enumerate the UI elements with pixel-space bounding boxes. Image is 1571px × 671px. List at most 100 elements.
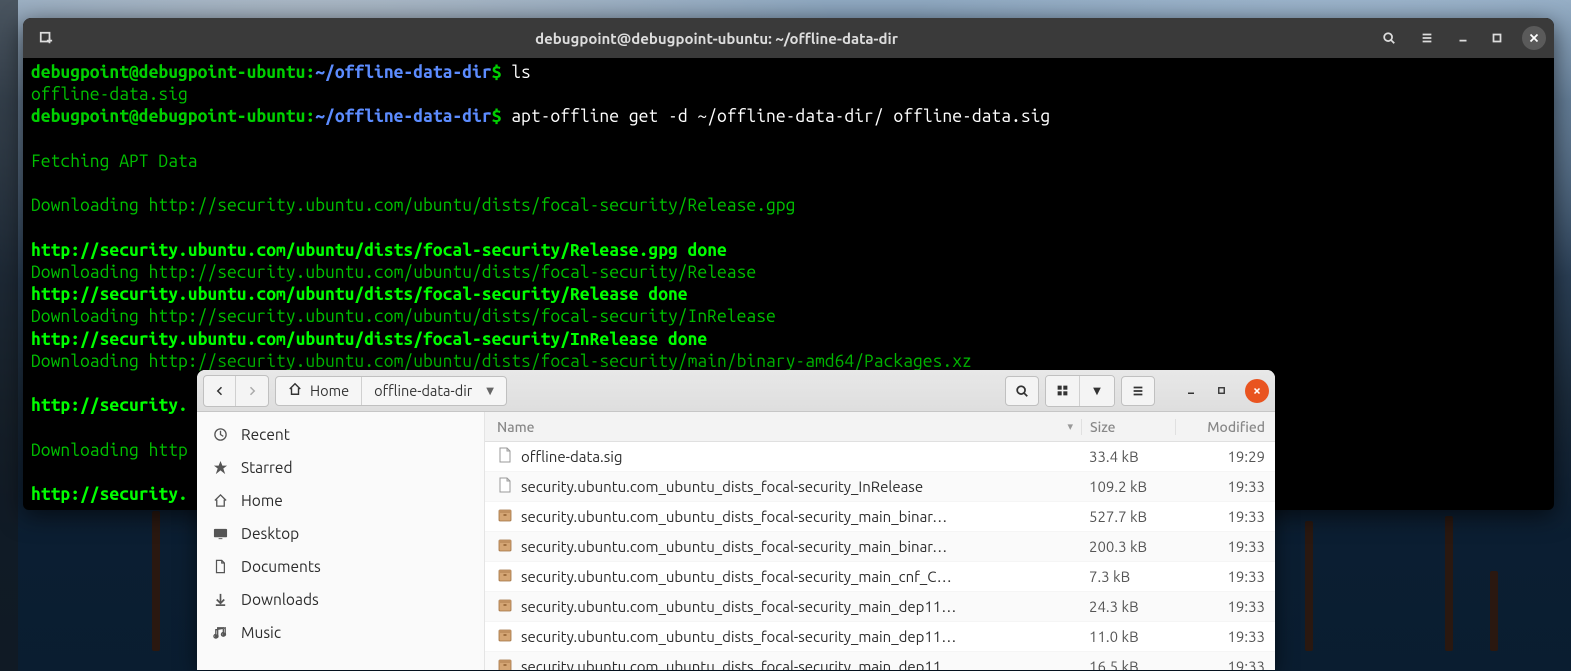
path-bar: Home offline-data-dir ▼	[275, 376, 507, 406]
path-dir-label: offline-data-dir	[374, 382, 472, 399]
sidebar-item-music[interactable]: Music	[197, 616, 484, 649]
desktop-icon	[211, 526, 229, 541]
file-name: security.ubuntu.com_ubuntu_dists_focal-s…	[521, 478, 923, 495]
file-name: security.ubuntu.com_ubuntu_dists_focal-s…	[521, 598, 956, 615]
download-line: Downloading http://security.ubuntu.com/u…	[31, 352, 972, 371]
file-modified: 19:33	[1175, 568, 1275, 585]
command-ls: ls	[501, 63, 530, 82]
file-manager-toolbar: Home offline-data-dir ▼ ▼	[197, 370, 1275, 412]
archive-icon	[497, 657, 513, 670]
minimize-button[interactable]	[1179, 376, 1203, 406]
download-line: Downloading http://security.ubuntu.com/u…	[31, 196, 795, 215]
sort-indicator-icon: ▾	[1067, 420, 1073, 433]
sidebar-item-starred[interactable]: Starred	[197, 451, 484, 484]
sidebar-item-label: Recent	[241, 426, 290, 443]
file-modified: 19:29	[1175, 448, 1275, 465]
file-modified: 19:33	[1175, 478, 1275, 495]
home-icon	[288, 382, 302, 399]
download-line: Downloading http	[31, 441, 188, 460]
column-size[interactable]: Size	[1081, 419, 1175, 435]
file-size: 200.3 kB	[1081, 538, 1175, 555]
archive-icon	[497, 627, 513, 646]
file-modified: 19:33	[1175, 508, 1275, 525]
sidebar-item-label: Documents	[241, 558, 321, 575]
sidebar-item-label: Desktop	[241, 525, 299, 542]
hamburger-menu-button[interactable]	[1410, 23, 1444, 53]
close-button[interactable]	[1245, 379, 1269, 403]
file-name: security.ubuntu.com_ubuntu_dists_focal-s…	[521, 538, 947, 555]
file-size: 527.7 kB	[1081, 508, 1175, 525]
file-row[interactable]: security.ubuntu.com_ubuntu_dists_focal-s…	[485, 652, 1275, 670]
file-row[interactable]: security.ubuntu.com_ubuntu_dists_focal-s…	[485, 532, 1275, 562]
search-button[interactable]	[1005, 376, 1039, 406]
sidebar-item-label: Downloads	[241, 591, 319, 608]
archive-icon	[497, 597, 513, 616]
star-icon	[211, 460, 229, 475]
file-manager-window: Home offline-data-dir ▼ ▼	[197, 370, 1275, 670]
file-row[interactable]: security.ubuntu.com_ubuntu_dists_focal-s…	[485, 562, 1275, 592]
column-modified[interactable]: Modified	[1175, 419, 1275, 435]
hamburger-menu-button[interactable]	[1121, 376, 1155, 406]
download-line: Downloading http://security.ubuntu.com/u…	[31, 307, 776, 326]
download-line: Downloading http://security.ubuntu.com/u…	[31, 263, 756, 282]
file-modified: 19:33	[1175, 538, 1275, 555]
file-row[interactable]: security.ubuntu.com_ubuntu_dists_focal-s…	[485, 592, 1275, 622]
sidebar-item-label: Music	[241, 624, 281, 641]
forward-button[interactable]	[236, 376, 268, 406]
file-size: 33.4 kB	[1081, 448, 1175, 465]
back-button[interactable]	[204, 376, 236, 406]
view-options-button[interactable]: ▼	[1080, 376, 1114, 406]
file-icon	[497, 477, 513, 496]
command-apt-offline: apt-offline get -d ~/offline-data-dir/ o…	[501, 107, 1050, 126]
sidebar-item-home[interactable]: Home	[197, 484, 484, 517]
file-size: 11.0 kB	[1081, 628, 1175, 645]
new-tab-button[interactable]	[31, 23, 61, 53]
file-name: security.ubuntu.com_ubuntu_dists_focal-s…	[521, 658, 956, 670]
file-size: 7.3 kB	[1081, 568, 1175, 585]
file-row[interactable]: offline-data.sig 33.4 kB19:29	[485, 442, 1275, 472]
terminal-titlebar[interactable]: debugpoint@debugpoint-ubuntu: ~/offline-…	[23, 18, 1554, 58]
search-button[interactable]	[1372, 23, 1406, 53]
sidebar-item-downloads[interactable]: Downloads	[197, 583, 484, 616]
file-name: security.ubuntu.com_ubuntu_dists_focal-s…	[521, 508, 947, 525]
file-row[interactable]: security.ubuntu.com_ubuntu_dists_focal-s…	[485, 472, 1275, 502]
minimize-button[interactable]	[1448, 23, 1478, 53]
file-name: security.ubuntu.com_ubuntu_dists_focal-s…	[521, 568, 952, 585]
file-size: 24.3 kB	[1081, 598, 1175, 615]
sidebar: Recent Starred Home Desktop Documents Downloa…	[197, 412, 485, 670]
column-name[interactable]: Name▾	[485, 419, 1081, 435]
done-line: http://security.	[31, 396, 188, 415]
file-modified: 19:33	[1175, 628, 1275, 645]
file-name: offline-data.sig	[521, 448, 623, 465]
downloads-icon	[211, 592, 229, 607]
file-size: 109.2 kB	[1081, 478, 1175, 495]
path-dir-button[interactable]: offline-data-dir ▼	[362, 377, 506, 405]
file-icon	[497, 447, 513, 466]
maximize-button[interactable]	[1482, 23, 1512, 53]
maximize-button[interactable]	[1209, 376, 1233, 406]
file-row[interactable]: security.ubuntu.com_ubuntu_dists_focal-s…	[485, 502, 1275, 532]
sidebar-item-recent[interactable]: Recent	[197, 418, 484, 451]
sidebar-item-documents[interactable]: Documents	[197, 550, 484, 583]
chevron-down-icon: ▼	[1093, 385, 1101, 397]
path-home-label: Home	[310, 382, 349, 399]
documents-icon	[211, 559, 229, 574]
path-home-button[interactable]: Home	[276, 377, 362, 405]
sidebar-item-desktop[interactable]: Desktop	[197, 517, 484, 550]
file-list: Name▾ Size Modified offline-data.sig 33.4…	[485, 412, 1275, 670]
home-icon	[211, 493, 229, 508]
close-button[interactable]	[1522, 26, 1546, 50]
sidebar-item-label: Starred	[241, 459, 293, 476]
done-line: http://security.ubuntu.com/ubuntu/dists/…	[31, 330, 707, 349]
view-grid-button[interactable]	[1046, 376, 1080, 406]
clock-icon	[211, 427, 229, 442]
fetching-status: Fetching APT Data	[31, 152, 198, 171]
file-size: 16.5 kB	[1081, 658, 1175, 670]
file-name: security.ubuntu.com_ubuntu_dists_focal-s…	[521, 628, 956, 645]
chevron-down-icon: ▼	[486, 385, 494, 397]
done-line: http://security.	[31, 485, 188, 504]
archive-icon	[497, 567, 513, 586]
file-modified: 19:33	[1175, 658, 1275, 670]
sidebar-item-label: Home	[241, 492, 283, 509]
file-row[interactable]: security.ubuntu.com_ubuntu_dists_focal-s…	[485, 622, 1275, 652]
